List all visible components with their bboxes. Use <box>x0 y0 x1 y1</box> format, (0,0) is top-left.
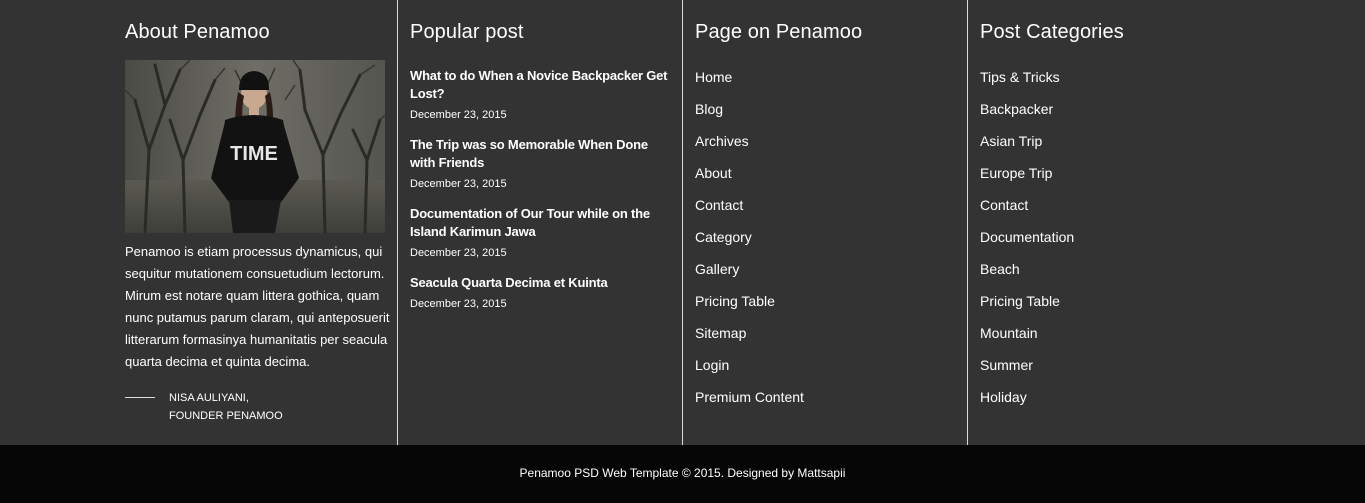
categories-list-item: Tips & Tricks <box>980 67 1074 99</box>
popular-post-list: What to do When a Novice Backpacker Get … <box>410 67 672 325</box>
page-link-about[interactable]: About <box>695 165 732 181</box>
categories-list-item: Pricing Table <box>980 291 1074 323</box>
categories-list-item: Europe Trip <box>980 163 1074 195</box>
pages-list-item: Pricing Table <box>695 291 804 323</box>
pages-list-item: Category <box>695 227 804 259</box>
about-text: Penamoo is etiam processus dynamicus, qu… <box>125 244 390 369</box>
categories-list-item: Mountain <box>980 323 1074 355</box>
popular-post-date: December 23, 2015 <box>410 247 507 259</box>
categories-list-item: Beach <box>980 259 1074 291</box>
pages-list-item: Contact <box>695 195 804 227</box>
categories-list-item: Contact <box>980 195 1074 227</box>
signature-text: NISA AULIYANI, FOUNDER PENAMOO <box>169 389 283 425</box>
popular-post-link[interactable]: Documentation of Our Tour while on the I… <box>410 205 672 241</box>
page-link-sitemap[interactable]: Sitemap <box>695 325 746 341</box>
category-link-mountain[interactable]: Mountain <box>980 325 1038 341</box>
categories-list: Tips & Tricks Backpacker Asian Trip Euro… <box>980 67 1074 419</box>
popular-post-date: December 23, 2015 <box>410 298 507 310</box>
category-link-europe-trip[interactable]: Europe Trip <box>980 165 1052 181</box>
popular-post-link[interactable]: What to do When a Novice Backpacker Get … <box>410 67 672 103</box>
page-link-contact[interactable]: Contact <box>695 197 743 213</box>
about-column: About Penamoo TIME Penamoo is etiam proc… <box>125 0 397 445</box>
popular-column: Popular post What to do When a Novice Ba… <box>397 0 682 445</box>
page-link-category[interactable]: Category <box>695 229 752 245</box>
pages-list-item: Sitemap <box>695 323 804 355</box>
pages-column: Page on Penamoo Home Blog Archives About… <box>682 0 967 445</box>
signature-role: FOUNDER PENAMOO <box>169 410 283 422</box>
about-photo: TIME <box>125 60 385 233</box>
popular-post-link[interactable]: The Trip was so Memorable When Done with… <box>410 136 672 172</box>
page-link-pricing-table[interactable]: Pricing Table <box>695 293 775 309</box>
page-link-gallery[interactable]: Gallery <box>695 261 739 277</box>
category-link-tips-tricks[interactable]: Tips & Tricks <box>980 69 1060 85</box>
categories-list-item: Documentation <box>980 227 1074 259</box>
category-link-backpacker[interactable]: Backpacker <box>980 101 1053 117</box>
pages-list-item: About <box>695 163 804 195</box>
categories-list-item: Summer <box>980 355 1074 387</box>
categories-list-item: Backpacker <box>980 99 1074 131</box>
pages-list-item: Premium Content <box>695 387 804 419</box>
popular-post-date: December 23, 2015 <box>410 178 507 190</box>
category-link-asian-trip[interactable]: Asian Trip <box>980 133 1042 149</box>
categories-list-item: Asian Trip <box>980 131 1074 163</box>
pages-list: Home Blog Archives About Contact Categor… <box>695 67 804 419</box>
popular-post-item: What to do When a Novice Backpacker Get … <box>410 67 672 122</box>
page-link-archives[interactable]: Archives <box>695 133 749 149</box>
pages-list-item: Home <box>695 67 804 99</box>
popular-title: Popular post <box>410 21 524 43</box>
popular-post-item: Documentation of Our Tour while on the I… <box>410 205 672 260</box>
category-link-beach[interactable]: Beach <box>980 261 1020 277</box>
popular-post-item: The Trip was so Memorable When Done with… <box>410 136 672 191</box>
page-link-blog[interactable]: Blog <box>695 101 723 117</box>
photo-shirt-text: TIME <box>230 143 278 165</box>
category-link-contact[interactable]: Contact <box>980 197 1028 213</box>
category-link-holiday[interactable]: Holiday <box>980 389 1027 405</box>
pages-list-item: Login <box>695 355 804 387</box>
signature-name: NISA AULIYANI, <box>169 392 249 404</box>
footer-bottom-bar: Penamoo PSD Web Template © 2015. Designe… <box>0 445 1365 503</box>
pages-list-item: Archives <box>695 131 804 163</box>
category-link-pricing-table[interactable]: Pricing Table <box>980 293 1060 309</box>
page-link-login[interactable]: Login <box>695 357 729 373</box>
pages-list-item: Gallery <box>695 259 804 291</box>
footer-main: About Penamoo TIME Penamoo is etiam proc… <box>0 0 1365 445</box>
copyright-text: Penamoo PSD Web Template © 2015. Designe… <box>519 466 846 480</box>
about-title: About Penamoo <box>125 21 270 43</box>
popular-post-date: December 23, 2015 <box>410 109 507 121</box>
categories-list-item: Holiday <box>980 387 1074 419</box>
page-link-home[interactable]: Home <box>695 69 732 85</box>
category-link-summer[interactable]: Summer <box>980 357 1033 373</box>
categories-title: Post Categories <box>980 21 1124 43</box>
popular-post-link[interactable]: Seacula Quarta Decima et Kuinta <box>410 274 672 292</box>
pages-list-item: Blog <box>695 99 804 131</box>
signature-divider <box>125 397 155 398</box>
categories-column: Post Categories Tips & Tricks Backpacker… <box>967 0 1252 445</box>
page-link-premium-content[interactable]: Premium Content <box>695 389 804 405</box>
category-link-documentation[interactable]: Documentation <box>980 229 1074 245</box>
popular-post-item: Seacula Quarta Decima et Kuinta December… <box>410 274 672 311</box>
pages-title: Page on Penamoo <box>695 21 863 43</box>
